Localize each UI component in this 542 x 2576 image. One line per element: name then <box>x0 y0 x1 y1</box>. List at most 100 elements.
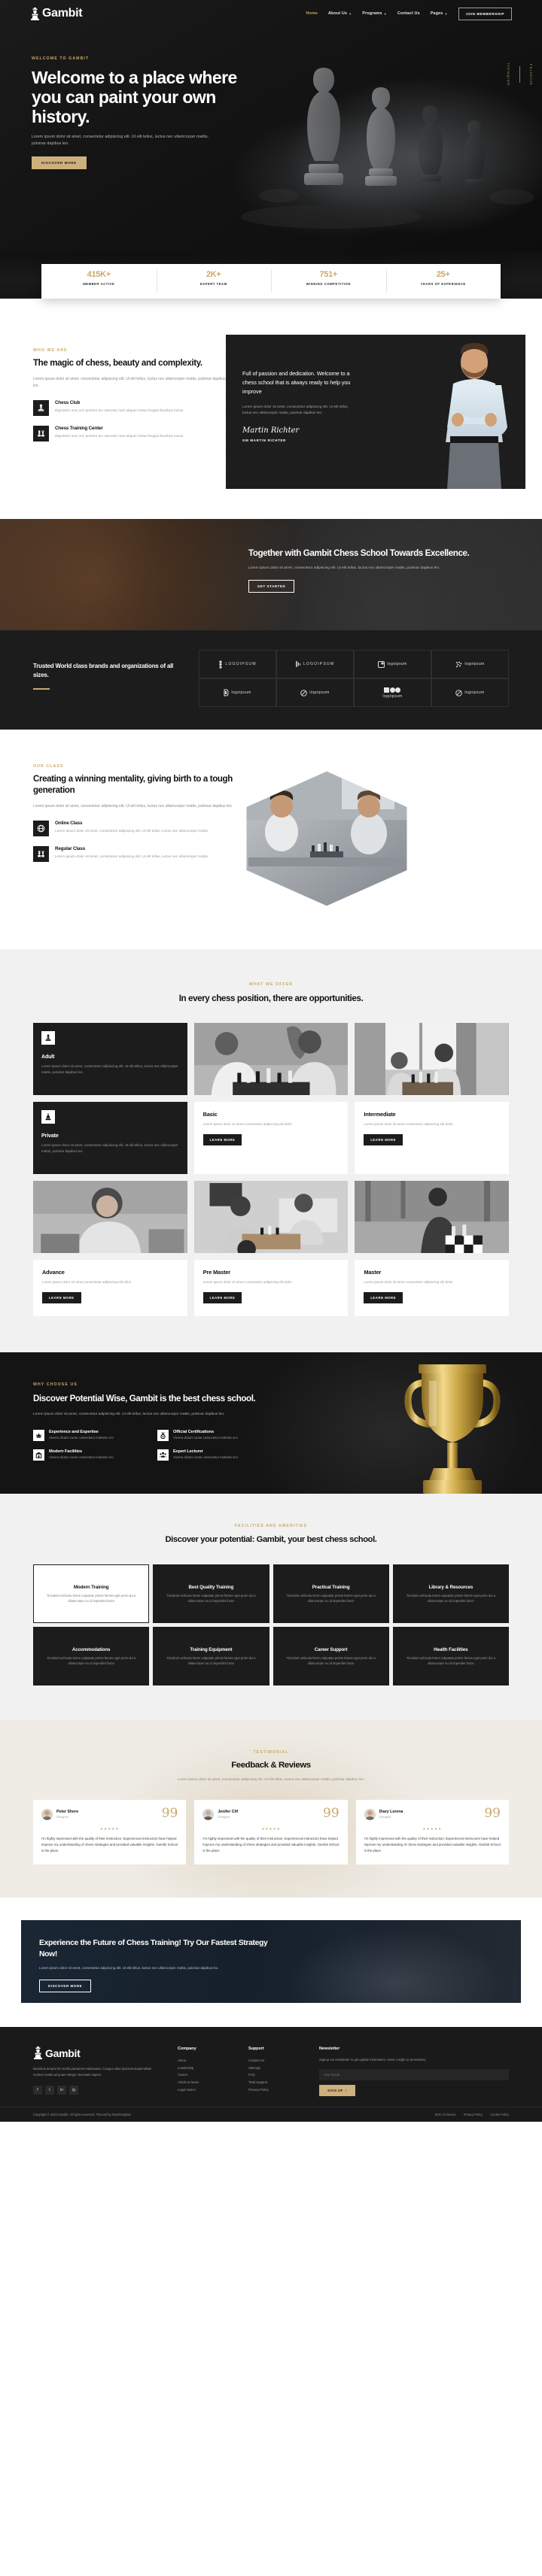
footer-link-sitemap[interactable]: Sitemap <box>248 2065 303 2072</box>
why-item-official-certifications: Official Certifications Viverra dictum c… <box>157 1430 271 1442</box>
join-membership-button[interactable]: JOIN MEMBERSHIP <box>458 7 512 20</box>
globe-glyph <box>37 824 45 832</box>
footer-link-about[interactable]: About <box>178 2057 232 2065</box>
chess-pieces-icon <box>33 845 49 862</box>
chess-pawn-glyph <box>45 1034 51 1042</box>
footer-link-total-support[interactable]: Total Support <box>248 2079 303 2086</box>
logo[interactable]: Gambit <box>30 7 83 20</box>
offer-card-basic[interactable]: Basic Lorem ipsum dolor sit amet consect… <box>193 1102 349 1175</box>
facilities-grid: Modern Training Tincidunt vehicula lorem… <box>0 1564 542 1686</box>
nav-item-pages[interactable]: Pages ▼ <box>431 11 448 16</box>
newsletter-email-input[interactable] <box>319 2068 509 2080</box>
newsletter-signup-button[interactable]: SIGN UP › <box>319 2084 355 2096</box>
footer-link-cookie-policy[interactable]: Cookie Policy <box>490 2113 509 2116</box>
get-started-button[interactable]: GET STARTED <box>248 580 295 593</box>
facility-card-accommodations[interactable]: Accommodations Tincidunt vehicula lorem … <box>33 1627 150 1686</box>
our-class-text: OUR CLASS Creating a winning mentality, … <box>0 764 233 915</box>
feature-title: Chess Training Center <box>55 425 103 431</box>
footer-link-faq[interactable]: FAQ <box>248 2071 303 2079</box>
testimonial-role: Designer <box>218 1815 230 1819</box>
footer-link-career[interactable]: Career <box>178 2071 232 2079</box>
testimonial-card: Jenifer Clif Designer 99 ★★★★★ I'm highl… <box>194 1799 348 1865</box>
twitter-icon[interactable]: t <box>45 2086 54 2095</box>
learn-more-button[interactable]: LEARN MORE <box>202 1292 242 1304</box>
brand-name: logoipsum <box>231 690 251 695</box>
brand-logo-cell: logoipsum <box>199 678 276 707</box>
offer-card-master[interactable]: Master Lorem ipsum dolor sit amet consec… <box>355 1260 509 1317</box>
linkedin-icon[interactable]: in <box>57 2086 66 2095</box>
footer-link-legal-notice[interactable]: Legal Notice <box>178 2086 232 2094</box>
offer-card-pre-master[interactable]: Pre Master Lorem ipsum dolor sit amet co… <box>193 1260 349 1317</box>
learn-more-button[interactable]: LEARN MORE <box>364 1134 403 1146</box>
avatar <box>41 1808 53 1820</box>
footer-column-title: Support <box>248 2047 264 2052</box>
learn-more-button[interactable]: LEARN MORE <box>364 1292 403 1304</box>
offers-heading: WHAT WE OFFER In every chess position, t… <box>0 982 542 1005</box>
facility-card-best-quality-training[interactable]: Best Quality Training Tincidunt vehicula… <box>153 1564 269 1624</box>
nav-item-home[interactable]: Home <box>306 11 318 16</box>
brand-logo-cell: logoipsum <box>354 678 431 707</box>
together-description: Lorem ipsum dolor sit amet, consectetur … <box>248 566 440 570</box>
facility-card-training-equipment[interactable]: Training Equipment Tincidunt vehicula lo… <box>153 1627 269 1686</box>
together-content: Together with Gambit Chess School Toward… <box>0 519 542 593</box>
footer-link-term-of-service[interactable]: Term of Service <box>434 2113 455 2116</box>
facility-card-library-and-resources[interactable]: Library & Resources Tincidunt vehicula l… <box>392 1564 509 1624</box>
chevron-down-icon: ▼ <box>383 11 387 16</box>
gold-divider <box>33 688 50 690</box>
offer-photo-outdoor-chess <box>355 1181 509 1254</box>
offers-eyebrow: WHAT WE OFFER <box>248 982 294 987</box>
social-link-instagram[interactable]: Instagram <box>507 63 510 86</box>
learn-more-button[interactable]: LEARN MORE <box>42 1292 81 1304</box>
footer-link-privacy-policy[interactable]: Privacy Policy <box>248 2086 303 2094</box>
offer-desc: Lorem ipsum dolor sit amet consectetur a… <box>364 1122 453 1127</box>
why-items-grid: Experience and Expertise Viverra dictum … <box>33 1430 271 1461</box>
people-icon <box>157 1449 169 1461</box>
nav-item-about-us[interactable]: About Us ▼ <box>328 11 352 16</box>
facility-title: Accommodations <box>72 1646 111 1652</box>
stat-value: 25+ <box>436 270 450 279</box>
brand-name: logoipsum <box>382 693 403 699</box>
offers-section: WHAT WE OFFER In every chess position, t… <box>0 949 542 1353</box>
facility-card-career-support[interactable]: Career Support Tincidunt vehicula lorem … <box>273 1627 389 1686</box>
footer-logo[interactable]: Gambit <box>33 2047 161 2060</box>
offer-card-adult[interactable]: Adult Lorem ipsum dolor sit amet, consec… <box>33 1023 187 1096</box>
offer-card-private[interactable]: Private Lorem ipsum dolor sit amet, cons… <box>33 1102 187 1175</box>
footer-link-article-news[interactable]: Article & News <box>178 2079 232 2086</box>
offer-photo-window-players <box>355 1023 509 1096</box>
learn-more-button[interactable]: LEARN MORE <box>202 1134 242 1146</box>
testimonial-header: Peter Shore Designer 99 <box>41 1805 178 1821</box>
footer-link-leadership[interactable]: Leadership <box>178 2065 232 2072</box>
footer-link-contact-us[interactable]: Contact Us <box>248 2057 303 2065</box>
cta-content: Experience the Future of Chess Training!… <box>21 1920 269 1993</box>
cta-discover-more-button[interactable]: DISCOVER MORE <box>39 1980 92 1993</box>
our-class-image-wrapper <box>233 764 542 915</box>
social-link-facebook[interactable]: Facebook <box>529 64 533 86</box>
nav-label: Home <box>306 11 318 16</box>
chevron-down-icon: ▼ <box>444 11 448 16</box>
page-root: Gambit Home About Us ▼ Programs ▼ Contac… <box>0 0 542 2122</box>
quote-mark-icon: 99 <box>161 1805 178 1821</box>
offer-card-intermediate[interactable]: Intermediate Lorem ipsum dolor sit amet … <box>355 1102 509 1175</box>
coach-signature: Martin Richter <box>242 426 300 435</box>
offer-card-advance[interactable]: Advance Lorem ipsum dolor sit amet conse… <box>33 1260 187 1317</box>
chess-pawn-icon <box>33 399 49 416</box>
testimonials-grid: Peter Shore Designer 99 ★★★★★ I'm highly… <box>0 1799 542 1865</box>
hero-discover-more-button[interactable]: DISCOVER MORE <box>32 156 87 169</box>
brands-text: Trusted World class brands and organizat… <box>33 650 184 707</box>
facility-card-practical-training[interactable]: Practical Training Tincidunt vehicula lo… <box>273 1564 389 1624</box>
offer-photo-kids-playing <box>193 1023 349 1096</box>
instagram-icon[interactable]: ig <box>69 2086 78 2095</box>
feature-title: Regular Class <box>55 845 86 851</box>
nav-item-programs[interactable]: Programs ▼ <box>362 11 387 16</box>
chess-bishop-glyph <box>45 1113 51 1121</box>
nav-item-contact-us[interactable]: Contact Us <box>397 11 420 16</box>
footer-link-privacy-policy[interactable]: Privacy Policy <box>464 2113 483 2116</box>
testimonials-subtitle: Lorem ipsum dolor sit amet, consectetur … <box>177 1777 365 1782</box>
newsletter-description: Signup our newsletter to get update info… <box>319 2058 427 2062</box>
facebook-icon[interactable]: f <box>33 2086 42 2095</box>
facility-card-health-facilities[interactable]: Health Facilities Tincidunt vehicula lor… <box>392 1627 509 1686</box>
facility-card-modern-training[interactable]: Modern Training Tincidunt vehicula lorem… <box>33 1564 150 1624</box>
cta-title: Experience the Future of Chess Training!… <box>39 1939 268 1959</box>
footer-column-title: Company <box>178 2047 196 2052</box>
footer-column-company: Company About Leadership Career Article … <box>178 2047 232 2096</box>
